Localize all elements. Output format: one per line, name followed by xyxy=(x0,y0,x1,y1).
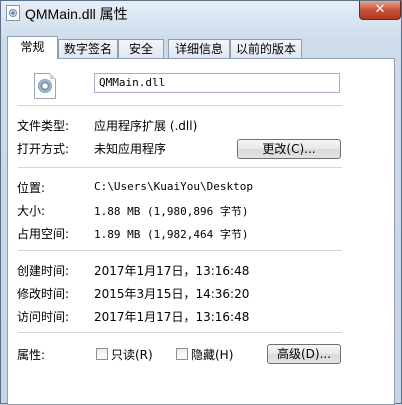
tab-details[interactable]: 详细信息 xyxy=(168,39,230,58)
size-on-disk-label: 占用空间: xyxy=(17,227,70,241)
file-name-input[interactable]: QMMain.dll xyxy=(94,73,340,93)
tab-strip: 常规 数字签名 安全 详细信息 以前的版本 xyxy=(7,36,397,59)
open-with-label: 打开方式: xyxy=(17,142,70,156)
created-value: 2017年1月17日，13:16:48 xyxy=(94,264,250,278)
window-title: QMMain.dll 属性 xyxy=(25,6,128,22)
size-value: 1.88 MB (1,980,896 字节) xyxy=(94,205,249,218)
divider xyxy=(18,250,342,251)
tab-security[interactable]: 安全 xyxy=(118,39,164,58)
title-bar[interactable]: QMMain.dll 属性 ✕ xyxy=(1,1,401,27)
created-label: 创建时间: xyxy=(17,264,70,278)
accessed-label: 访问时间: xyxy=(17,310,70,324)
properties-window: QMMain.dll 属性 ✕ 常规 数字签名 安全 详细信息 以前的版本 QM… xyxy=(0,0,402,405)
general-panel: QMMain.dll 文件类型: 应用程序扩展 (.dll) 打开方式: 未知应… xyxy=(7,58,395,405)
readonly-label[interactable]: 只读(R) xyxy=(111,346,153,363)
page-fold xyxy=(50,73,56,79)
close-button[interactable]: ✕ xyxy=(359,1,401,20)
advanced-button[interactable]: 高级(D)... xyxy=(267,344,341,364)
change-button[interactable]: 更改(C)... xyxy=(237,139,341,159)
file-type-value: 应用程序扩展 (.dll) xyxy=(94,119,198,133)
location-value: C:\Users\KuaiYou\Desktop xyxy=(94,180,253,193)
divider xyxy=(18,167,342,168)
modified-label: 修改时间: xyxy=(17,287,70,301)
gear-icon xyxy=(38,79,52,93)
divider xyxy=(18,105,342,106)
readonly-checkbox[interactable] xyxy=(96,348,108,360)
file-type-label: 文件类型: xyxy=(17,119,70,133)
location-label: 位置: xyxy=(17,181,46,195)
accessed-value: 2017年1月17日，13:16:48 xyxy=(94,310,250,324)
tab-general[interactable]: 常规 xyxy=(7,36,58,59)
size-label: 大小: xyxy=(17,204,46,218)
tab-digital-signatures[interactable]: 数字签名 xyxy=(58,39,118,58)
hidden-label[interactable]: 隐藏(H) xyxy=(191,346,233,363)
divider xyxy=(18,332,342,333)
attributes-label: 属性: xyxy=(17,348,46,362)
tab-previous-versions[interactable]: 以前的版本 xyxy=(230,39,302,58)
dll-file-icon xyxy=(6,5,20,21)
dll-file-icon xyxy=(34,73,56,99)
open-with-value: 未知应用程序 xyxy=(94,142,167,156)
size-on-disk-value: 1.89 MB (1,982,464 字节) xyxy=(94,228,249,241)
modified-value: 2015年3月15日，14:36:20 xyxy=(94,287,250,301)
hidden-checkbox[interactable] xyxy=(176,348,188,360)
